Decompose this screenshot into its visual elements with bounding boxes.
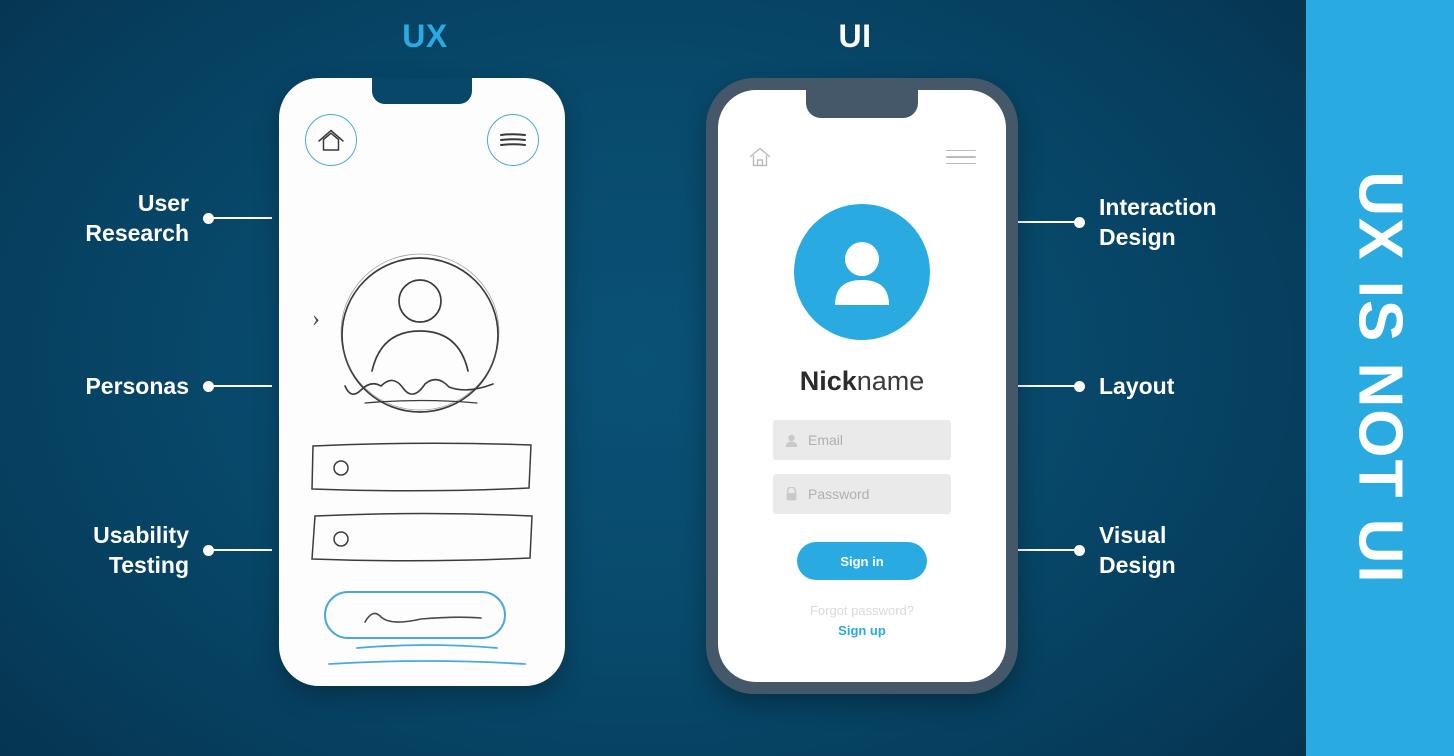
- callout-usability-testing: Usability Testing: [46, 520, 272, 581]
- email-field[interactable]: Email: [773, 420, 951, 460]
- callout-user-research: User Research: [46, 188, 272, 249]
- callout-label-personas: Personas: [85, 373, 189, 399]
- connector-dot: [203, 544, 214, 556]
- ui-mockup-phone: Nickname Email Password Sign in Forgot p…: [706, 78, 1018, 694]
- ux-menu-button[interactable]: [487, 114, 539, 166]
- home-icon: [318, 129, 344, 151]
- forgot-password-link[interactable]: Forgot password?: [718, 603, 1006, 618]
- user-icon: [785, 434, 798, 447]
- ux-wireframe-phone: ›: [279, 78, 565, 686]
- nickname-light: name: [856, 366, 925, 396]
- connector-line: [214, 549, 272, 552]
- avatar: [794, 204, 930, 340]
- callout-label-interaction-design: Interaction Design: [1099, 194, 1217, 251]
- connector-dot: [203, 380, 214, 392]
- sign-up-link[interactable]: Sign up: [718, 623, 1006, 638]
- page-title-ui: UI: [838, 18, 872, 54]
- ux-home-button[interactable]: [305, 114, 357, 166]
- connector-line: [1016, 221, 1074, 224]
- menu-line: [946, 162, 976, 165]
- callout-label-layout: Layout: [1099, 373, 1175, 399]
- ux-input-field-2[interactable]: [307, 510, 537, 568]
- page-title: Nickname: [718, 366, 1006, 397]
- sign-in-button[interactable]: Sign in: [797, 542, 927, 580]
- connector-dot: [1074, 216, 1085, 228]
- lock-icon: [786, 487, 797, 501]
- email-placeholder: Email: [808, 432, 844, 448]
- connector-line: [214, 217, 272, 220]
- side-banner: UX IS NOT UI: [1306, 0, 1454, 756]
- connector-dot: [1074, 544, 1085, 556]
- connector-dot: [1074, 380, 1085, 392]
- password-field[interactable]: Password: [773, 474, 951, 514]
- hamburger-menu-icon[interactable]: [946, 149, 976, 165]
- ui-phone-screen: Nickname Email Password Sign in Forgot p…: [718, 90, 1006, 682]
- connector-dot: [203, 212, 214, 224]
- ux-primary-button[interactable]: [317, 586, 529, 672]
- infographic-canvas: UX UI User Research Personas Usability T…: [0, 0, 1454, 756]
- callout-interaction-design: Interaction Design: [1016, 192, 1286, 253]
- ux-text-placeholder-squiggle: [344, 378, 494, 404]
- callout-label-visual-design: Visual Design: [1099, 522, 1176, 579]
- connector-line: [214, 385, 272, 388]
- callout-visual-design: Visual Design: [1016, 520, 1286, 581]
- menu-line: [946, 149, 976, 152]
- callout-layout: Layout: [1016, 371, 1286, 401]
- callout-label-usability-testing: Usability Testing: [93, 522, 189, 579]
- password-placeholder: Password: [808, 486, 870, 502]
- callout-label-user-research: User Research: [85, 190, 189, 247]
- phone-notch: [372, 78, 472, 104]
- nickname-bold: Nick: [799, 366, 857, 396]
- menu-line: [946, 156, 976, 158]
- hamburger-menu-icon: [500, 133, 526, 146]
- page-title-ux: UX: [402, 18, 448, 54]
- side-banner-text: UX IS NOT UI: [1346, 171, 1416, 585]
- connector-line: [1016, 549, 1074, 552]
- ux-chevron-right-icon: ›: [312, 306, 320, 332]
- user-avatar-icon: [835, 242, 889, 305]
- phone-notch: [806, 90, 918, 118]
- callout-personas: Personas: [46, 371, 272, 401]
- ui-top-bar: [718, 142, 1006, 172]
- connector-line: [1016, 385, 1074, 388]
- ux-input-field-1[interactable]: [307, 438, 537, 496]
- home-icon[interactable]: [748, 146, 772, 168]
